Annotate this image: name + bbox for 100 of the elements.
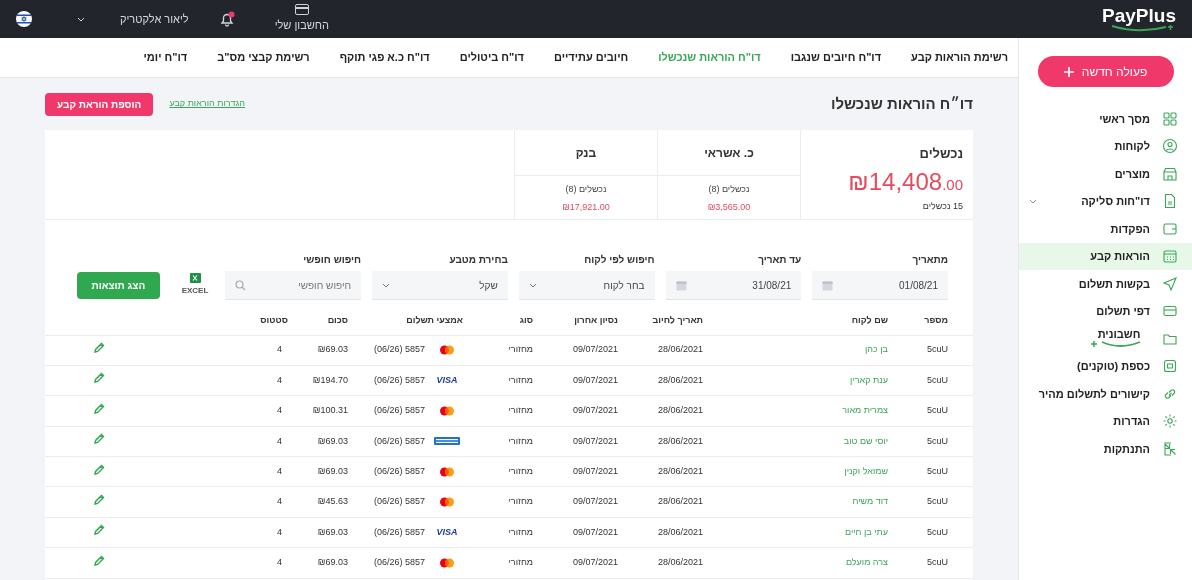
table-cell: 09/07/2021 xyxy=(572,526,618,537)
column-header: סכום xyxy=(327,314,348,325)
table-cell-text: 4 xyxy=(277,405,283,416)
table-cell-text: 4 xyxy=(277,374,283,385)
document-icon xyxy=(1162,193,1178,210)
table-cell: 28/06/2021 xyxy=(657,526,703,537)
table-cell: מחזורי xyxy=(508,496,533,507)
sidebar-item[interactable]: התנתקות xyxy=(1019,435,1192,463)
sidebar-item[interactable]: כספת (טוקנים) xyxy=(1019,352,1192,380)
table-cell-text: 4 xyxy=(277,344,283,355)
table-cell: 28/06/2021 xyxy=(657,435,703,446)
table-cell: ₪69.03 xyxy=(317,435,348,446)
table-cell: ₪69.03 xyxy=(317,526,348,537)
table-cell: 09/07/2021 xyxy=(572,344,618,355)
tab[interactable]: דו"ח יומי xyxy=(143,49,188,66)
date-field[interactable]: 31/08/21 xyxy=(665,271,802,300)
edit-icon[interactable] xyxy=(93,341,105,354)
column-header: תאריך לחיוב xyxy=(652,314,703,325)
table-cell: 09/07/2021 xyxy=(572,496,618,507)
sidebar-item[interactable]: דו"חות סליקה xyxy=(1019,187,1192,215)
table-cell: 5cuU xyxy=(927,466,948,476)
table-cell: 28/06/2021 xyxy=(657,466,703,476)
select-field[interactable]: שקל xyxy=(372,271,508,300)
edit-icon[interactable] xyxy=(93,554,105,567)
excel-export-button[interactable]: EXCEL xyxy=(181,272,209,297)
column-header: נסיון אחרון xyxy=(574,314,618,325)
search-icon xyxy=(235,280,247,291)
table-cell-text: (06/26) 5857 xyxy=(373,525,425,539)
tab[interactable]: דו"ח כ.א פגי תוקף xyxy=(339,49,430,66)
field-label: עד תאריך xyxy=(757,253,802,267)
select-field[interactable]: בחר לקוח xyxy=(518,271,655,300)
tab[interactable]: חיובים עתידיים xyxy=(553,49,629,66)
grid-icon xyxy=(1162,110,1178,127)
table-cell: ₪69.03 xyxy=(317,557,348,568)
table-cell-text: 4 xyxy=(277,466,283,476)
account-button[interactable]: החשבון שלי xyxy=(274,4,329,34)
table-cell: מחזורי xyxy=(508,374,533,385)
table-cell: 28/06/2021 xyxy=(657,496,703,507)
table-cell-text: 4 xyxy=(277,435,283,446)
sidebar-item[interactable]: חשבונית xyxy=(1019,325,1192,353)
table-cell: 28/06/2021 xyxy=(657,374,703,385)
edit-icon[interactable] xyxy=(93,524,105,537)
sidebar-item[interactable]: דפי תשלום xyxy=(1019,297,1192,325)
sidebar-item[interactable]: לקוחות xyxy=(1019,132,1192,160)
table-cell-text: 4 xyxy=(277,526,283,537)
new-action-button[interactable]: פעולה חדשה xyxy=(1037,56,1174,87)
edit-icon[interactable] xyxy=(93,493,105,506)
send-icon xyxy=(1162,275,1178,292)
user-menu[interactable]: ליאור אלקטריק xyxy=(77,10,189,28)
flag-icon[interactable] xyxy=(16,11,32,27)
table-cell: 5cuU xyxy=(927,374,948,385)
table-cell: 28/06/2021 xyxy=(657,405,703,416)
edit-icon[interactable] xyxy=(93,433,105,446)
amount: ₪3,565.00 xyxy=(707,200,751,214)
visa-logo: VISA xyxy=(436,373,458,387)
tab[interactable]: דו"ח חיובים שנגבו xyxy=(790,49,882,66)
tab[interactable]: דו"ח ביטולים xyxy=(459,49,524,66)
failed-count: נכשלים (8) xyxy=(565,183,607,196)
notification-bell-icon[interactable] xyxy=(218,11,235,27)
edit-icon[interactable] xyxy=(93,463,105,476)
table-cell: 5cuU xyxy=(927,526,948,537)
column-header: אמצעי תשלום xyxy=(406,314,463,325)
column-title: בנק xyxy=(575,144,597,162)
sidebar-item[interactable]: קישורים לתשלום מהיר xyxy=(1019,380,1192,408)
table-cell: (06/26) 5857 xyxy=(373,495,425,509)
payplus-logo[interactable]: PayPlus xyxy=(1102,5,1176,33)
table-cell: ₪100.31 xyxy=(312,405,348,416)
sidebar-item[interactable]: הוראות קבע xyxy=(1019,242,1192,270)
failed-amount: ₪14,408.00 xyxy=(848,169,963,194)
tab[interactable]: רשימת הוראות קבע xyxy=(911,49,1008,66)
table-cell-text: 4 xyxy=(277,557,283,568)
table-cell-text: (06/26) 5857 xyxy=(373,434,425,448)
table-cell: מחזורי xyxy=(508,557,533,568)
calendar-icon xyxy=(822,279,834,291)
tab[interactable]: רשימת קבצי מס"ב xyxy=(217,49,310,66)
sidebar-item[interactable]: מסך ראשי xyxy=(1019,105,1192,133)
table-cell-text: (06/26) 5857 xyxy=(373,465,425,478)
search-field[interactable]: חיפוש חופשי xyxy=(225,271,362,300)
mastercard-logo-icon xyxy=(439,466,455,477)
sidebar-item[interactable]: הגדרות xyxy=(1019,407,1192,435)
calendar-icon xyxy=(675,279,687,291)
edit-icon[interactable] xyxy=(93,372,105,385)
sidebar-item[interactable]: מוצרים xyxy=(1019,160,1192,188)
table-cell: ₪69.03 xyxy=(317,466,348,476)
table-cell: (06/26) 5857 xyxy=(373,343,425,357)
failed-count: 15 נכשלים xyxy=(922,199,963,213)
add-standing-order-button[interactable]: הוספת הוראת קבע xyxy=(45,92,154,116)
sidebar-item[interactable]: בקשות תשלום xyxy=(1019,270,1192,298)
store-icon xyxy=(1162,165,1178,182)
edit-icon[interactable] xyxy=(93,402,105,415)
summary-title: נכשלים xyxy=(919,145,963,163)
date-field[interactable]: 01/08/21 xyxy=(812,271,948,300)
table-cell: ₪194.70 xyxy=(312,374,348,385)
sidebar-item[interactable]: הפקדות xyxy=(1019,215,1192,243)
field-label: בחירת מטבע xyxy=(448,253,508,267)
visa-logo: VISA xyxy=(436,525,458,539)
table-cell: 5cuU xyxy=(927,435,948,446)
table-cell: 28/06/2021 xyxy=(657,344,703,355)
table-cell: 09/07/2021 xyxy=(572,557,618,568)
table-cell: 09/07/2021 xyxy=(572,435,618,446)
